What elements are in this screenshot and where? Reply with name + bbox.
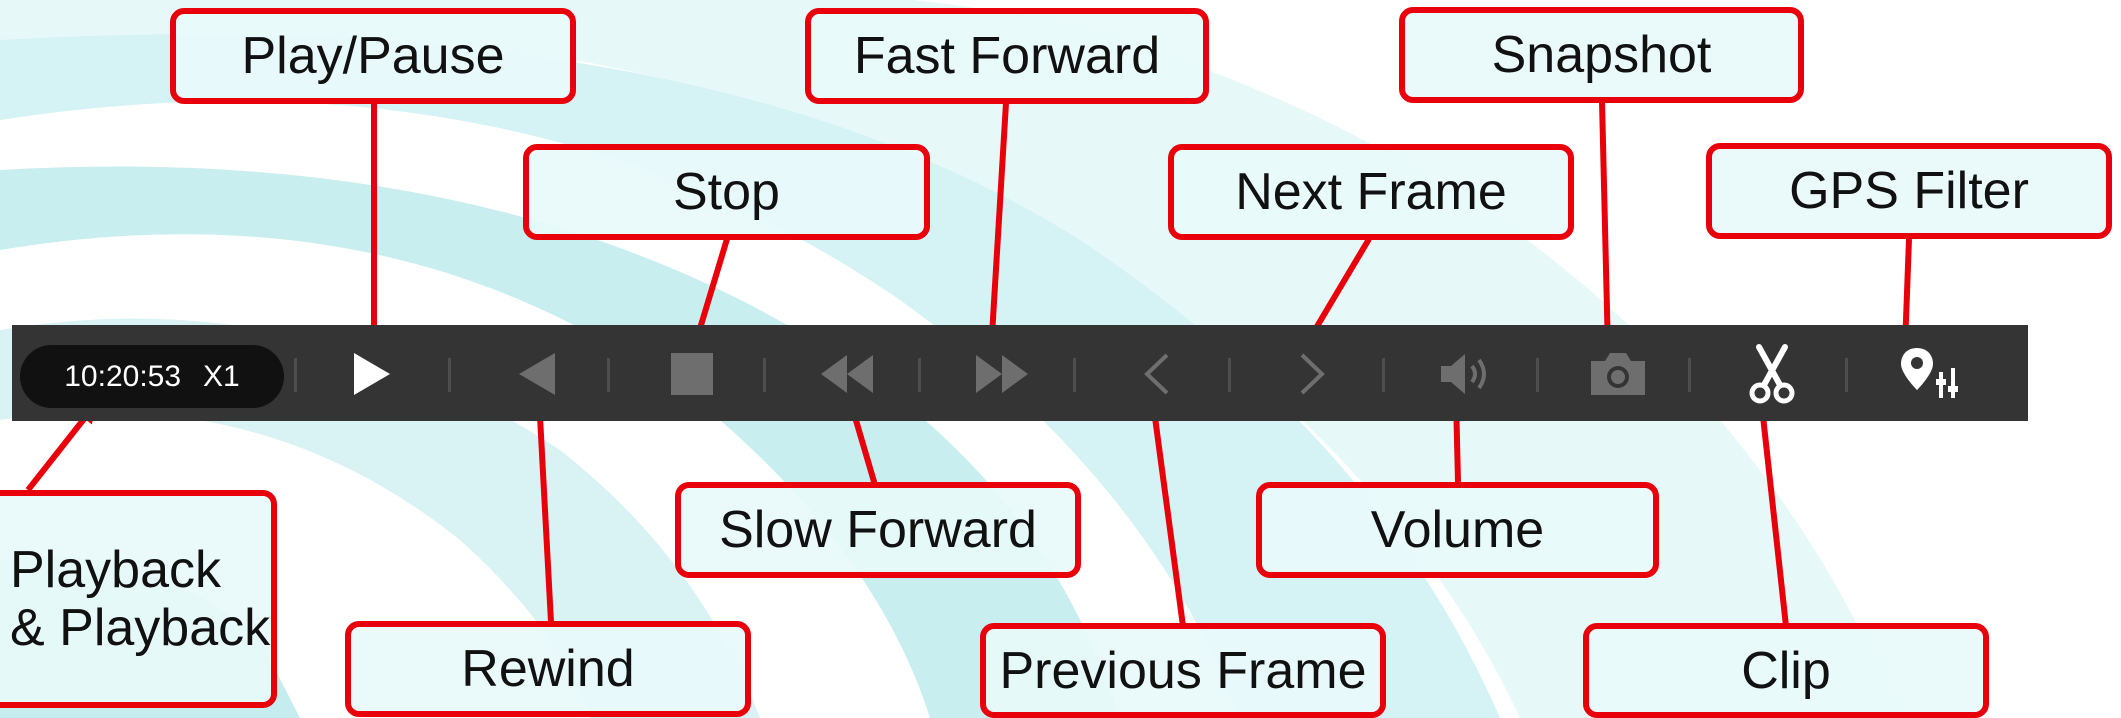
- callout-rewind-label: Rewind: [461, 640, 635, 698]
- callout-gps-filter-label: GPS Filter: [1789, 162, 2029, 220]
- callout-fast-forward-label: Fast Forward: [853, 27, 1161, 85]
- callout-stop: Stop: [523, 144, 930, 240]
- rewind-icon: [519, 353, 555, 395]
- volume-icon: [1441, 354, 1486, 394]
- stop-icon: [671, 353, 713, 395]
- next-frame-icon: [1300, 353, 1325, 395]
- callout-previous-frame: Previous Frame: [980, 623, 1386, 718]
- callout-volume-label: Volume: [1370, 501, 1545, 559]
- play-pause-button[interactable]: [335, 341, 405, 407]
- callout-clip-label: Clip: [1741, 641, 1831, 700]
- playback-speed: X1: [203, 359, 240, 393]
- toolbar-separator: [607, 358, 610, 392]
- clip-button[interactable]: [1737, 341, 1807, 407]
- play-icon: [354, 353, 390, 395]
- gps-filter-button[interactable]: [1895, 341, 1965, 407]
- callout-rewind: Rewind: [345, 621, 751, 717]
- callout-play-pause-label: Play/Pause: [241, 27, 505, 85]
- toolbar-separator: [763, 358, 766, 392]
- previous-frame-button[interactable]: [1123, 341, 1193, 407]
- callout-previous-frame-label: Previous Frame: [999, 641, 1367, 700]
- next-frame-button[interactable]: [1276, 341, 1346, 407]
- callout-stop-label: Stop: [673, 163, 780, 221]
- callout-fast-forward: Fast Forward: [805, 8, 1209, 104]
- rewind-button[interactable]: [503, 341, 573, 407]
- snapshot-button[interactable]: [1583, 341, 1653, 407]
- scissors-icon: [1749, 344, 1795, 404]
- toolbar-separator: [1382, 358, 1385, 392]
- volume-button[interactable]: [1432, 341, 1502, 407]
- toolbar-separator: [1845, 358, 1848, 392]
- slow-forward-button[interactable]: [812, 341, 882, 407]
- toolbar-separator: [1536, 358, 1539, 392]
- toolbar-separator: [294, 358, 297, 392]
- toolbar-separator: [1228, 358, 1231, 392]
- fast-forward-icon: [976, 355, 1028, 393]
- previous-frame-icon: [1144, 353, 1169, 395]
- callout-playback-label-1: Playback: [10, 541, 221, 599]
- toolbar-separator: [1073, 358, 1076, 392]
- callout-snapshot: Snapshot: [1399, 7, 1804, 103]
- toolbar-separator: [918, 358, 921, 392]
- camera-icon: [1591, 353, 1645, 395]
- callout-next-frame-label: Next Frame: [1235, 163, 1507, 221]
- playback-time-speed-display[interactable]: 10:20:53 X1: [20, 345, 284, 408]
- callout-play-pause: Play/Pause: [170, 8, 576, 104]
- callout-slow-forward-label: Slow Forward: [719, 501, 1037, 559]
- toolbar-separator: [448, 358, 451, 392]
- slow-forward-icon: [821, 355, 873, 393]
- callout-playback: Playback & Playback: [0, 490, 277, 708]
- toolbar-separator: [1688, 358, 1691, 392]
- callout-snapshot-label: Snapshot: [1491, 26, 1712, 84]
- fast-forward-button[interactable]: [967, 341, 1037, 407]
- gps-filter-icon: [1901, 348, 1958, 398]
- playback-time: 10:20:53: [64, 359, 182, 393]
- callout-gps-filter: GPS Filter: [1706, 143, 2112, 239]
- callout-volume: Volume: [1256, 482, 1659, 578]
- callout-playback-label-2: & Playback: [10, 599, 271, 657]
- callout-clip: Clip: [1583, 623, 1989, 718]
- callout-slow-forward: Slow Forward: [675, 482, 1081, 578]
- callout-next-frame: Next Frame: [1168, 144, 1574, 240]
- stop-button[interactable]: [657, 341, 727, 407]
- playback-toolbar: 10:20:53 X1: [12, 325, 2028, 421]
